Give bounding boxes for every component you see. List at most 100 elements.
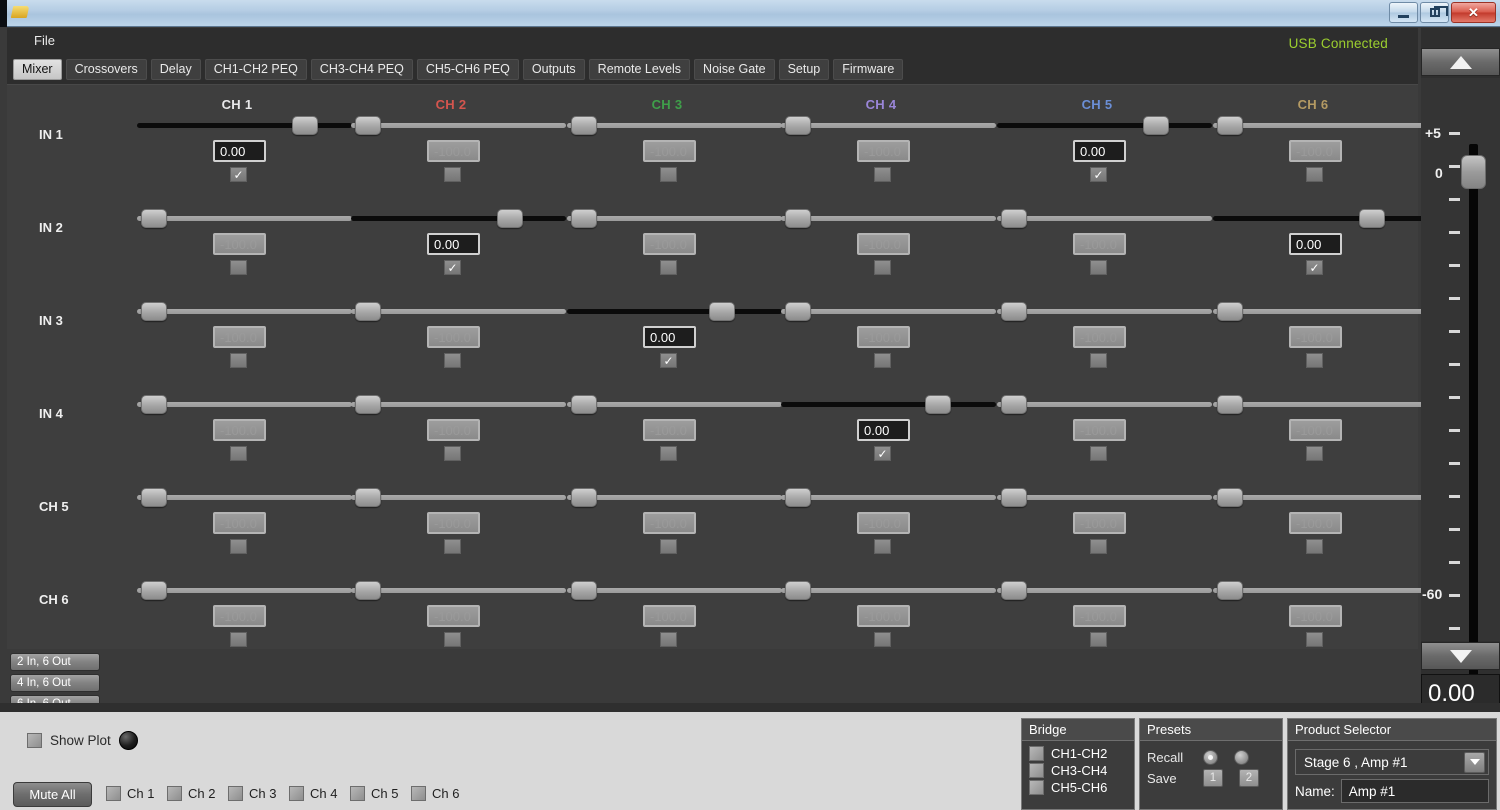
mix-slider-track[interactable] <box>1213 309 1428 314</box>
mix-value-field[interactable]: -100.0 <box>427 140 480 162</box>
mix-enable-checkbox[interactable]: ✓ <box>1090 446 1107 461</box>
tab-outputs[interactable]: Outputs <box>522 58 585 80</box>
mute-checkbox-ch6[interactable] <box>411 786 426 801</box>
mix-value-field[interactable]: -100.0 <box>1289 326 1342 348</box>
mix-value-field[interactable]: -100.0 <box>213 233 266 255</box>
mix-slider-track[interactable] <box>997 123 1212 128</box>
mix-slider-thumb[interactable] <box>785 209 811 228</box>
mix-value-field[interactable]: -100.0 <box>213 512 266 534</box>
mix-slider-thumb[interactable] <box>1217 116 1243 135</box>
mix-slider-thumb[interactable] <box>785 581 811 600</box>
mix-value-field[interactable]: -100.0 <box>643 233 696 255</box>
mix-slider-thumb[interactable] <box>141 581 167 600</box>
mix-value-field[interactable]: -100.0 <box>1289 605 1342 627</box>
mix-slider-thumb[interactable] <box>292 116 318 135</box>
mix-value-field[interactable]: -100.0 <box>427 326 480 348</box>
mix-slider-thumb[interactable] <box>1217 302 1243 321</box>
mix-enable-checkbox[interactable]: ✓ <box>230 632 247 647</box>
tab-noise-gate[interactable]: Noise Gate <box>694 58 775 80</box>
tab-firmware[interactable]: Firmware <box>833 58 904 80</box>
mix-slider-track[interactable] <box>781 216 996 221</box>
mix-value-field[interactable]: -100.0 <box>643 605 696 627</box>
mix-slider-track[interactable] <box>781 123 996 128</box>
mix-enable-checkbox[interactable]: ✓ <box>1090 353 1107 368</box>
mix-slider-thumb[interactable] <box>1217 581 1243 600</box>
mute-checkbox-ch4[interactable] <box>289 786 304 801</box>
mix-slider-thumb[interactable] <box>785 488 811 507</box>
mix-slider-track[interactable] <box>137 309 352 314</box>
mix-enable-checkbox[interactable]: ✓ <box>444 446 461 461</box>
recall-radio-2[interactable] <box>1234 750 1249 765</box>
mix-slider-track[interactable] <box>137 123 352 128</box>
mix-slider-track[interactable] <box>567 402 782 407</box>
mix-value-field[interactable]: -100.0 <box>427 419 480 441</box>
mix-enable-checkbox[interactable]: ✓ <box>444 167 461 182</box>
mix-enable-checkbox[interactable]: ✓ <box>444 260 461 275</box>
minimize-button[interactable] <box>1389 2 1418 23</box>
mix-slider-thumb[interactable] <box>1001 581 1027 600</box>
close-button[interactable]: ✕ <box>1451 2 1496 23</box>
mix-slider-thumb[interactable] <box>1359 209 1385 228</box>
mix-enable-checkbox[interactable]: ✓ <box>1306 632 1323 647</box>
mix-slider-track[interactable] <box>137 495 352 500</box>
mix-slider-thumb[interactable] <box>1001 488 1027 507</box>
mix-value-field[interactable]: -100.0 <box>427 605 480 627</box>
mix-enable-checkbox[interactable]: ✓ <box>1306 539 1323 554</box>
mix-slider-thumb[interactable] <box>1001 302 1027 321</box>
mix-slider-thumb[interactable] <box>1001 209 1027 228</box>
mix-slider-thumb[interactable] <box>355 395 381 414</box>
mix-slider-thumb[interactable] <box>925 395 951 414</box>
mix-slider-track[interactable] <box>137 402 352 407</box>
mix-value-field[interactable]: -100.0 <box>857 233 910 255</box>
mix-enable-checkbox[interactable]: ✓ <box>1090 539 1107 554</box>
mix-value-field[interactable]: -100.0 <box>1073 605 1126 627</box>
product-dropdown[interactable]: Stage 6 , Amp #1 <box>1295 749 1489 775</box>
mix-slider-thumb[interactable] <box>355 116 381 135</box>
mix-slider-track[interactable] <box>781 495 996 500</box>
product-name-input[interactable]: Amp #1 <box>1340 779 1489 803</box>
mix-value-field[interactable]: -100.0 <box>213 605 266 627</box>
mix-enable-checkbox[interactable]: ✓ <box>660 353 677 368</box>
mix-slider-thumb[interactable] <box>141 302 167 321</box>
mix-slider-track[interactable] <box>351 495 566 500</box>
mix-enable-checkbox[interactable]: ✓ <box>230 539 247 554</box>
mix-slider-thumb[interactable] <box>571 116 597 135</box>
mix-slider-thumb[interactable] <box>785 116 811 135</box>
master-fader-track[interactable] <box>1469 144 1478 684</box>
fader-up-button[interactable] <box>1421 48 1500 76</box>
mix-value-field[interactable]: -100.0 <box>857 512 910 534</box>
mute-checkbox-ch1[interactable] <box>106 786 121 801</box>
mix-value-field[interactable]: 0.00 <box>213 140 266 162</box>
mix-value-field[interactable]: -100.0 <box>1073 233 1126 255</box>
mix-enable-checkbox[interactable]: ✓ <box>1090 632 1107 647</box>
mix-slider-thumb[interactable] <box>1143 116 1169 135</box>
mix-slider-track[interactable] <box>997 216 1212 221</box>
mix-slider-thumb[interactable] <box>571 209 597 228</box>
io-button-2[interactable]: 4 In, 6 Out <box>10 674 100 692</box>
mix-enable-checkbox[interactable]: ✓ <box>1090 167 1107 182</box>
mix-value-field[interactable]: -100.0 <box>1289 140 1342 162</box>
mix-slider-track[interactable] <box>781 402 996 407</box>
master-fader-thumb[interactable] <box>1461 155 1486 189</box>
chevron-down-icon[interactable] <box>1464 751 1485 773</box>
mix-value-field[interactable]: -100.0 <box>643 419 696 441</box>
mix-slider-thumb[interactable] <box>497 209 523 228</box>
mix-slider-thumb[interactable] <box>1217 488 1243 507</box>
mix-slider-track[interactable] <box>137 216 352 221</box>
mix-value-field[interactable]: 0.00 <box>1289 233 1342 255</box>
mix-slider-track[interactable] <box>567 588 782 593</box>
mix-value-field[interactable]: 0.00 <box>427 233 480 255</box>
mix-enable-checkbox[interactable]: ✓ <box>444 539 461 554</box>
mix-slider-thumb[interactable] <box>571 581 597 600</box>
tab-mixer[interactable]: Mixer <box>13 58 62 80</box>
mix-slider-track[interactable] <box>351 588 566 593</box>
mix-value-field[interactable]: 0.00 <box>1073 140 1126 162</box>
fader-down-button[interactable] <box>1421 642 1500 670</box>
mix-slider-thumb[interactable] <box>141 488 167 507</box>
mix-slider-thumb[interactable] <box>571 488 597 507</box>
mix-slider-thumb[interactable] <box>709 302 735 321</box>
mix-enable-checkbox[interactable]: ✓ <box>230 167 247 182</box>
mix-value-field[interactable]: -100.0 <box>857 140 910 162</box>
mix-enable-checkbox[interactable]: ✓ <box>1306 167 1323 182</box>
tab-ch5-ch6-peq[interactable]: CH5-CH6 PEQ <box>416 58 519 80</box>
